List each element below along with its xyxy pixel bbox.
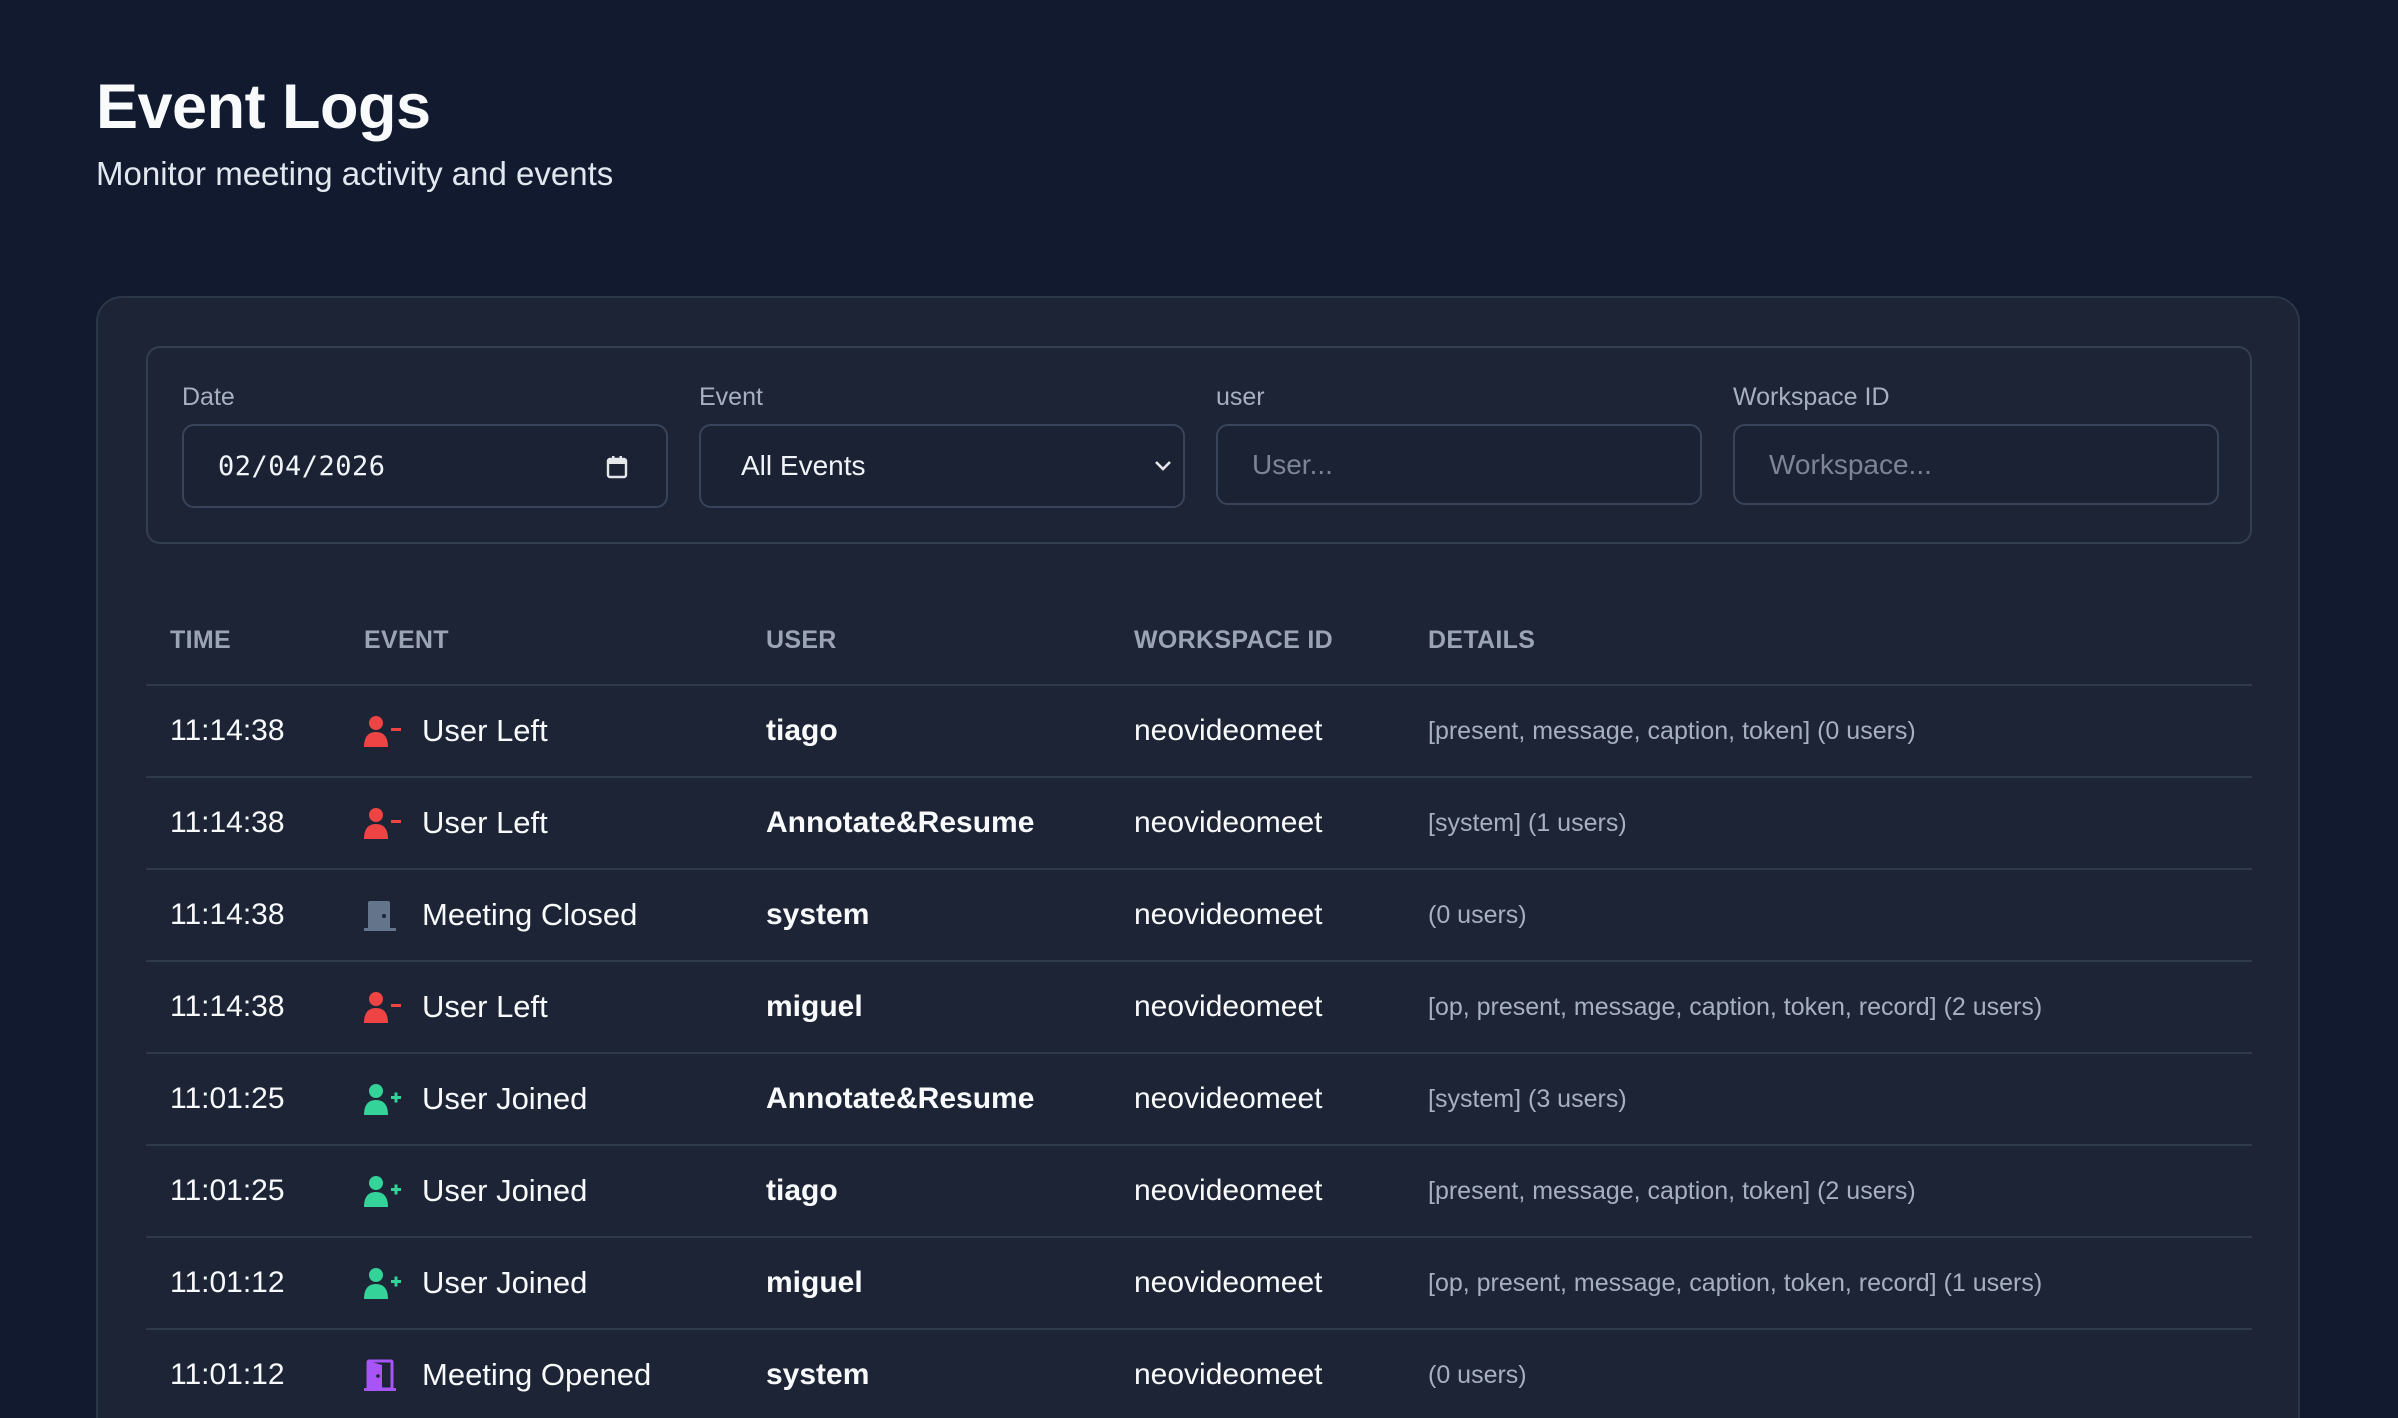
cell-event: Meeting Opened — [364, 1330, 651, 1418]
date-value: 02/04/2026 — [218, 450, 386, 482]
door-open-icon — [364, 1357, 404, 1393]
cell-user: Annotate&Resume — [766, 1082, 1035, 1115]
date-filter-label: Date — [182, 383, 235, 411]
column-header-user: USER — [766, 626, 837, 654]
user-minus-icon — [364, 989, 404, 1025]
cell-time: 11:01:12 — [170, 1266, 285, 1299]
user-minus-icon — [364, 713, 404, 749]
cell-user: system — [766, 1358, 870, 1391]
cell-event: User Left — [364, 778, 548, 868]
cell-user: miguel — [766, 990, 863, 1023]
cell-event: User Joined — [364, 1238, 587, 1328]
event-log-panel: Date 02/04/2026 Event All Events user Us… — [96, 296, 2300, 1418]
cell-workspace: neovideomeet — [1134, 806, 1323, 839]
user-filter: user User... — [1216, 382, 1702, 505]
cell-workspace: neovideomeet — [1134, 1266, 1323, 1299]
workspace-input-placeholder: Workspace... — [1769, 448, 1932, 480]
event-label: User Left — [422, 989, 548, 1024]
cell-user: tiago — [766, 1174, 838, 1207]
workspace-filter: Workspace ID Workspace... — [1733, 382, 2219, 505]
user-plus-icon — [364, 1173, 404, 1209]
event-label: User Joined — [422, 1173, 588, 1208]
cell-details: [present, message, caption, token] (0 us… — [1428, 716, 1916, 745]
calendar-icon[interactable] — [606, 455, 628, 479]
cell-workspace: neovideomeet — [1134, 1358, 1323, 1391]
table-row: 11:01:12 User Joined miguel neovideomeet… — [146, 1238, 2252, 1330]
cell-workspace: neovideomeet — [1134, 1082, 1323, 1115]
workspace-input[interactable]: Workspace... — [1733, 424, 2219, 505]
chevron-down-icon — [1155, 461, 1171, 471]
cell-details: [present, message, caption, token] (2 us… — [1428, 1176, 1916, 1205]
user-input[interactable]: User... — [1216, 424, 1702, 505]
page-title: Event Logs — [96, 72, 431, 142]
cell-details: (0 users) — [1428, 1360, 1527, 1389]
event-label: User Left — [422, 805, 548, 840]
table-row: 11:01:25 User Joined Annotate&Resume neo… — [146, 1054, 2252, 1146]
event-label: User Joined — [422, 1081, 588, 1116]
column-header-details: DETAILS — [1428, 626, 1536, 654]
page-subtitle: Monitor meeting activity and events — [96, 155, 614, 192]
user-plus-icon — [364, 1265, 404, 1301]
cell-details: [system] (3 users) — [1428, 1084, 1627, 1113]
page-header: Event Logs Monitor meeting activity and … — [96, 70, 613, 194]
cell-time: 11:14:38 — [170, 990, 285, 1023]
cell-details: (0 users) — [1428, 900, 1527, 929]
table-row: 11:01:25 User Joined tiago neovideomeet … — [146, 1146, 2252, 1238]
column-header-workspace: WORKSPACE ID — [1134, 626, 1333, 654]
cell-time: 11:14:38 — [170, 898, 285, 931]
event-label: Meeting Closed — [422, 897, 638, 932]
event-filter-label: Event — [699, 383, 763, 411]
cell-details: [system] (1 users) — [1428, 808, 1627, 837]
workspace-filter-label: Workspace ID — [1733, 383, 1890, 411]
cell-event: User Left — [364, 686, 548, 776]
column-header-event: EVENT — [364, 626, 449, 654]
cell-user: tiago — [766, 714, 838, 747]
table-row: 11:14:38 User Left miguel neovideomeet [… — [146, 962, 2252, 1054]
cell-event: User Joined — [364, 1054, 587, 1144]
event-table: TIME EVENT USER WORKSPACE ID DETAILS 11:… — [146, 594, 2252, 1418]
user-input-placeholder: User... — [1252, 448, 1333, 480]
table-header: TIME EVENT USER WORKSPACE ID DETAILS — [146, 594, 2252, 686]
user-minus-icon — [364, 805, 404, 841]
cell-details: [op, present, message, caption, token, r… — [1428, 1268, 2043, 1297]
cell-user: Annotate&Resume — [766, 806, 1035, 839]
cell-time: 11:14:38 — [170, 714, 285, 747]
date-filter: Date 02/04/2026 — [182, 382, 668, 508]
cell-workspace: neovideomeet — [1134, 1174, 1323, 1207]
user-filter-label: user — [1216, 383, 1265, 411]
table-row: 11:01:12 Meeting Opened system neovideom… — [146, 1330, 2252, 1418]
event-select[interactable]: All Events — [699, 424, 1185, 508]
cell-user: miguel — [766, 1266, 863, 1299]
user-plus-icon — [364, 1081, 404, 1117]
cell-time: 11:01:25 — [170, 1082, 285, 1115]
cell-user: system — [766, 898, 870, 931]
cell-time: 11:01:12 — [170, 1358, 285, 1391]
cell-event: User Left — [364, 962, 548, 1052]
event-logs-page: Event Logs Monitor meeting activity and … — [0, 0, 2398, 1418]
event-label: User Left — [422, 713, 548, 748]
cell-workspace: neovideomeet — [1134, 898, 1323, 931]
event-label: Meeting Opened — [422, 1357, 652, 1392]
cell-event: User Joined — [364, 1146, 587, 1236]
column-header-time: TIME — [170, 626, 231, 654]
cell-time: 11:01:25 — [170, 1174, 285, 1207]
cell-event: Meeting Closed — [364, 870, 637, 960]
table-row: 11:14:38 User Left Annotate&Resume neovi… — [146, 778, 2252, 870]
cell-workspace: neovideomeet — [1134, 714, 1323, 747]
event-select-value: All Events — [741, 450, 866, 481]
cell-details: [op, present, message, caption, token, r… — [1428, 992, 2043, 1021]
event-label: User Joined — [422, 1265, 588, 1300]
cell-workspace: neovideomeet — [1134, 990, 1323, 1023]
filters-bar: Date 02/04/2026 Event All Events user Us… — [146, 346, 2252, 544]
event-filter: Event All Events — [699, 382, 1185, 508]
door-closed-icon — [364, 897, 404, 933]
table-row: 11:14:38 User Left tiago neovideomeet [p… — [146, 686, 2252, 778]
table-row: 11:14:38 Meeting Closed system neovideom… — [146, 870, 2252, 962]
cell-time: 11:14:38 — [170, 806, 285, 839]
date-input[interactable]: 02/04/2026 — [182, 424, 668, 508]
